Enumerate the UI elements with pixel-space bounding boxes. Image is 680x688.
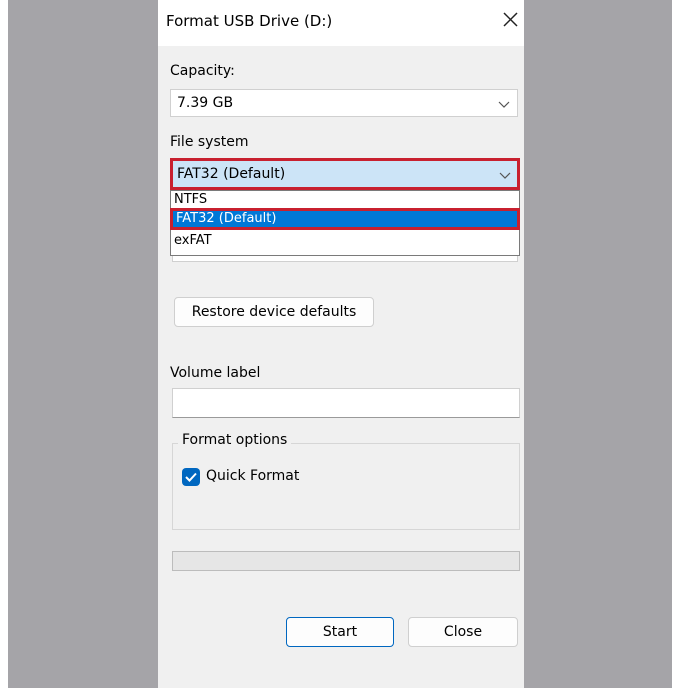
format-options-group [172,443,520,530]
file-system-options-list: NTFS FAT32 (Default) exFAT [170,190,520,256]
volume-label-label: Volume label [170,365,261,381]
progress-bar [172,551,520,571]
volume-label-input[interactable] [172,388,520,418]
title-bar: Format USB Drive (D:) [158,0,524,46]
format-dialog: Format USB Drive (D:) Capacity: 7.39 GB … [158,0,524,688]
restore-defaults-button[interactable]: Restore device defaults [174,297,374,327]
background-right-panel [524,0,672,688]
chevron-down-icon [499,172,511,179]
close-button[interactable]: Close [408,617,518,647]
quick-format-checkbox[interactable] [182,468,200,486]
file-system-option[interactable]: NTFS [171,191,519,209]
capacity-value: 7.39 GB [177,95,234,111]
file-system-dropdown[interactable]: FAT32 (Default) [170,158,520,190]
start-button[interactable]: Start [286,617,394,647]
format-options-legend: Format options [178,432,292,448]
capacity-dropdown[interactable]: 7.39 GB [170,89,518,117]
quick-format-label[interactable]: Quick Format [206,468,299,484]
file-system-option-selected[interactable]: FAT32 (Default) [170,208,520,230]
file-system-option[interactable]: exFAT [171,232,519,250]
close-icon[interactable] [498,8,522,32]
checkmark-icon [185,472,197,482]
window-title: Format USB Drive (D:) [166,12,333,30]
file-system-label: File system [170,134,249,150]
chevron-down-icon [498,101,510,108]
capacity-label: Capacity: [170,63,235,79]
file-system-value: FAT32 (Default) [177,166,286,182]
background-left-panel [8,0,158,688]
